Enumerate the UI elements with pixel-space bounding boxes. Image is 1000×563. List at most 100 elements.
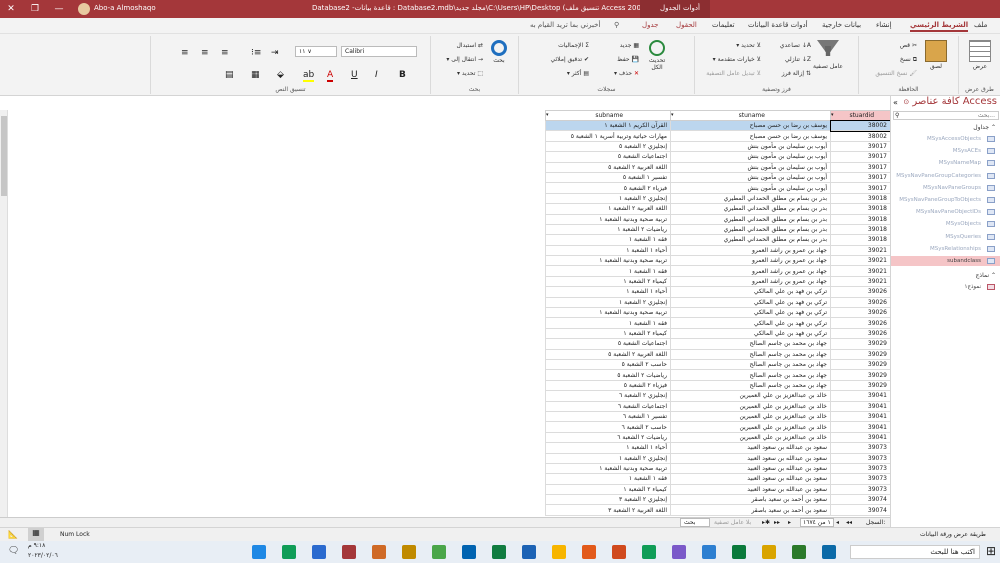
tab-external-data[interactable]: بيانات خارجية xyxy=(822,21,861,29)
cell-stuname[interactable]: أيوب بن سليمان بن مأمون بنش xyxy=(670,182,831,194)
tab-help[interactable]: تعليمات xyxy=(712,21,735,29)
cell-subname[interactable]: فقه ١ الشعبة ١ xyxy=(545,473,671,485)
refresh-all-button[interactable]: تحديث الكل xyxy=(643,40,671,71)
fill-color-icon[interactable]: ⬙ xyxy=(277,70,284,80)
first-record-button[interactable]: ◂◂ xyxy=(846,519,852,526)
cell-subname[interactable]: أحياء ١ الشعبة ١ xyxy=(545,286,671,298)
find-button[interactable]: بحث xyxy=(485,40,513,64)
cell-stuname[interactable]: يوسف بن رضا بن حسن مصباح xyxy=(670,130,831,142)
cell-subname[interactable]: إنجليزي ٢ الشعبة ١ xyxy=(545,452,671,464)
table-row[interactable]: فيزياء ٢ الشعبة ٥ أيوب بن سليمان بن مأمون… xyxy=(545,182,890,194)
chrome-icon[interactable] xyxy=(822,545,836,559)
cell-subname[interactable]: تفسير ١ الشعبة ٥ xyxy=(545,171,671,184)
table-row[interactable]: فقه ١ الشعبة ١ تركي بن فهد بن علي المالكي… xyxy=(545,317,890,329)
design-view-icon[interactable]: 📐 xyxy=(8,530,18,539)
gridlines-icon[interactable]: ▦ xyxy=(251,70,260,80)
tab-home[interactable]: الشريط الرئيسي xyxy=(910,21,969,32)
cell-stuardid[interactable]: 39018 xyxy=(830,192,890,205)
cell-stuardid[interactable]: 39041 xyxy=(830,410,890,423)
table-row[interactable]: حاسب ٢ الشعبة ٥ جهاد بن محمد بن جاسم الصا… xyxy=(545,358,890,371)
cell-stuardid[interactable]: 38002 xyxy=(830,130,890,142)
cell-subname[interactable]: اللغة العربية ٢ الشعبة ١ xyxy=(545,203,671,215)
bold-icon[interactable]: B xyxy=(399,70,406,80)
restore-window-button[interactable]: ❐ xyxy=(24,0,46,18)
firefox-icon[interactable] xyxy=(582,545,596,559)
cell-subname[interactable]: اللغة العربية ٢ الشعبة ٥ xyxy=(545,348,671,361)
cell-stuardid[interactable]: 39021 xyxy=(830,265,890,277)
tab-table[interactable]: جدول xyxy=(642,21,658,29)
column-header-stuname[interactable]: stuname ▾ xyxy=(670,110,831,121)
excel-icon[interactable] xyxy=(792,545,806,559)
cell-stuname[interactable]: جهاد بن محمد بن جاسم الصالح xyxy=(670,379,831,392)
underline-icon[interactable]: U xyxy=(351,70,358,80)
cell-stuardid[interactable]: 39073 xyxy=(830,442,890,454)
cell-stuardid[interactable]: 39041 xyxy=(830,390,890,402)
word-icon[interactable] xyxy=(522,545,536,559)
nav-item-form[interactable]: نموذج١ xyxy=(891,282,1000,292)
view-button[interactable]: عرض xyxy=(967,40,993,70)
table-row[interactable]: اجتماعيات الشعبة ٦ خالد بن عبدالعزيز بن ع… xyxy=(545,400,890,412)
goto-button[interactable]: ▾ انتقال إلى → xyxy=(433,56,483,63)
cell-subname[interactable]: اللغة العربية ٢ الشعبة ٣ xyxy=(545,504,671,516)
cell-subname[interactable]: إنجليزي ٢ الشعبة ١ xyxy=(545,192,671,205)
cell-stuname[interactable]: جهاد بن محمد بن جاسم الصالح xyxy=(670,338,831,350)
cell-stuname[interactable]: جهاد بن محمد بن جاسم الصالح xyxy=(670,358,831,371)
tab-fields[interactable]: الحقول xyxy=(676,21,697,29)
cell-stuname[interactable]: خالد بن عبدالعزيز بن علي العميرين xyxy=(670,410,831,423)
last-record-button[interactable]: ▸▸ xyxy=(774,519,780,526)
cell-stuname[interactable]: جهاد بن عمرو بن راشد العمرو xyxy=(670,265,831,277)
tell-me-box[interactable]: أخبرني بما تريد القيام به xyxy=(530,21,600,29)
table-row[interactable]: اللغة العربية ٢ الشعبة ٥ جهاد بن محمد بن … xyxy=(545,348,890,361)
cell-subname[interactable]: القرآن الكريم ١ الشعبة ١ xyxy=(545,119,671,132)
cell-stuardid[interactable]: 39017 xyxy=(830,151,890,163)
avatar[interactable] xyxy=(78,3,90,15)
cell-stuname[interactable]: جهاد بن عمرو بن راشد العمرو xyxy=(670,275,831,288)
cell-subname[interactable]: تربية صحية وبدنية الشعبة ١ xyxy=(545,213,671,225)
photos-icon[interactable] xyxy=(462,545,476,559)
cell-stuardid[interactable]: 39018 xyxy=(830,234,890,246)
table-row[interactable]: اجتماعيات الشعبة ٥ أيوب بن سليمان بن مأمو… xyxy=(545,151,890,163)
cell-stuardid[interactable]: 39018 xyxy=(830,223,890,236)
copy-button[interactable]: نسخ ⧉ xyxy=(879,56,917,64)
cell-stuname[interactable]: أيوب بن سليمان بن مأمون بنش xyxy=(670,171,831,184)
nav-item-table[interactable]: subandclass xyxy=(891,256,1000,266)
cell-stuname[interactable]: خالد بن عبدالعزيز بن علي العميرين xyxy=(670,400,831,412)
select-button[interactable]: ▾ تحديد ⬚ xyxy=(433,70,483,77)
cell-stuardid[interactable]: 39017 xyxy=(830,182,890,194)
cell-stuardid[interactable]: 39041 xyxy=(830,431,890,444)
cell-stuname[interactable]: تركي بن فهد بن علي المالكي xyxy=(670,327,831,340)
new-record-nav-button[interactable]: ▸✱ xyxy=(762,519,770,526)
cell-stuardid[interactable]: 39026 xyxy=(830,286,890,298)
table-row[interactable]: فقه ١ الشعبة ١ سعود بن عبدالله بن سعود ال… xyxy=(545,473,890,485)
cell-stuname[interactable]: سعود بن عبدالله بن سعود العبيد xyxy=(670,442,831,454)
table-row[interactable]: كيمياء ٢ الشعبة ١ سعود بن عبدالله بن سعود… xyxy=(545,483,890,496)
format-painter-button[interactable]: نسخ التنسيق 🖌 xyxy=(863,70,917,77)
table-row[interactable]: رياضيات ٢ الشعبة ٥ جهاد بن محمد بن جاسم ا… xyxy=(545,369,890,381)
nav-section-forms[interactable]: نماذج ⌃ xyxy=(976,272,996,279)
collapse-pane-icon[interactable]: « xyxy=(893,98,898,107)
save-record-button[interactable]: حفظ 💾 xyxy=(603,56,639,63)
cell-stuardid[interactable]: 39026 xyxy=(830,327,890,340)
record-search-input[interactable]: بحث xyxy=(680,518,710,527)
alternate-row-color-icon[interactable]: ▤ xyxy=(225,70,234,80)
nav-pane-title[interactable]: ⊙ كافة عناصر Access xyxy=(891,96,1000,110)
cell-stuname[interactable]: جهاد بن محمد بن جاسم الصالح xyxy=(670,348,831,361)
toggle-filter-button[interactable]: تبديل عامل التصفية ⊻ xyxy=(695,70,761,77)
cell-stuardid[interactable]: 39073 xyxy=(830,483,890,496)
nav-item-table[interactable]: MSysNameMap xyxy=(891,158,1000,168)
cell-stuname[interactable]: جهاد بن عمرو بن راشد العمرو xyxy=(670,255,831,267)
replace-button[interactable]: استبدال ⇄ xyxy=(433,42,483,49)
nav-item-table[interactable]: MSysAccessObjects xyxy=(891,134,1000,144)
table-row[interactable]: اللغة العربية ٢ الشعبة ٥ أيوب بن سليمان ب… xyxy=(545,161,890,173)
record-position[interactable]: ١ من ١٦٧٤ xyxy=(800,518,834,527)
cell-stuname[interactable]: بدر بن بسام بن مطلق الحمداني المطيري xyxy=(670,234,831,246)
cell-subname[interactable]: حاسب ٢ الشعبة ٥ xyxy=(545,358,671,371)
table-row[interactable]: إنجليزي ٢ الشعبة ٣ سعود بن أحمد بن سعيد ب… xyxy=(545,494,890,506)
cell-subname[interactable]: فيزياء ٢ الشعبة ٥ xyxy=(545,182,671,194)
paste-button[interactable]: لصق xyxy=(923,40,949,70)
cell-stuardid[interactable]: 39026 xyxy=(830,296,890,309)
cell-subname[interactable]: تربية صحية وبدنية الشعبة ١ xyxy=(545,255,671,267)
sort-menu-icon[interactable]: ▾ xyxy=(671,112,674,118)
cell-subname[interactable]: حاسب ٢ الشعبة ٦ xyxy=(545,421,671,433)
table-row[interactable]: إنجليزي ٢ الشعبة ٥ أيوب بن سليمان بن مأمو… xyxy=(545,140,890,153)
